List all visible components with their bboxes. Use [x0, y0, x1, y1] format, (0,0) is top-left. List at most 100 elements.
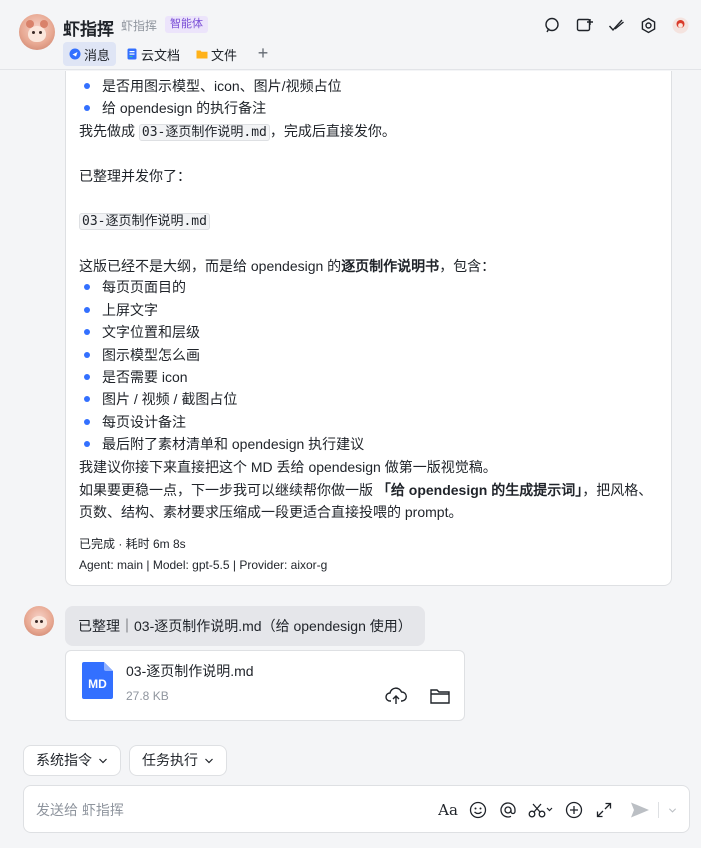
list-item-text: 上屏文字 [102, 302, 158, 318]
mention-button[interactable] [498, 798, 518, 822]
message-paragraph: 如果要更稳一点，下一步我可以继续帮你做一版 「给 opendesign 的生成提… [79, 479, 652, 501]
bot-avatar-small[interactable] [24, 606, 54, 636]
message-composer: Aa [23, 785, 690, 833]
tab-label: 消息 [84, 47, 111, 63]
list-item-text: 最后附了素材清单和 opendesign 执行建议 [102, 436, 365, 452]
chat-subtitle: 虾指挥 [121, 19, 158, 33]
chevron-down-icon [99, 758, 107, 763]
screenshot-button[interactable] [528, 798, 554, 822]
text-span: ，把风格、 [582, 482, 653, 498]
system-command-chip[interactable]: 系统指令 [23, 745, 121, 776]
message-list[interactable]: 是否用图示模型、icon、图片/视频占位 给 opendesign 的执行备注 … [0, 71, 701, 741]
tab-cloud-docs[interactable]: 云文档 [120, 42, 186, 66]
gear-icon [641, 17, 655, 33]
avatar-eye [32, 31, 35, 34]
file-size: 27.8 KB [126, 689, 169, 703]
avatar-eye [40, 620, 43, 623]
expand-editor-button[interactable] [594, 798, 614, 822]
list-item: 图示模型怎么画 [79, 344, 200, 366]
user-avatar-icon [672, 17, 688, 33]
agent-info: Agent: main | Model: gpt-5.5 | Provider:… [79, 558, 328, 572]
bullet-dot [84, 396, 90, 403]
message-paragraph: 03-逐页制作说明.md [79, 209, 210, 233]
send-divider [658, 802, 659, 818]
completion-status: 已完成 · 耗时 6m 8s [79, 537, 186, 551]
at-icon [500, 802, 516, 818]
avatar-face [28, 26, 46, 42]
tasks-button[interactable] [607, 16, 625, 34]
bot-message-bubble: 已整理｜03-逐页制作说明.md（给 opendesign 使用） [65, 606, 425, 646]
text-span: ，完成后直接发你。 [269, 123, 396, 139]
text-span: 我先做成 [79, 123, 139, 139]
add-tab-button[interactable]: + [251, 42, 275, 66]
bullet-dot [84, 374, 90, 381]
send-icon [631, 802, 649, 818]
list-item-text: 文字位置和层级 [102, 324, 200, 340]
bullet-dot [84, 352, 90, 359]
tab-label: 云文档 [141, 47, 181, 63]
tab-files[interactable]: 文件 [190, 42, 243, 66]
message-icon [69, 48, 81, 60]
list-item: 是否用图示模型、icon、图片/视频占位 [79, 75, 342, 97]
font-format-icon: Aa [438, 801, 458, 819]
save-to-cloud-button[interactable] [385, 685, 407, 707]
avatar-eye [35, 620, 38, 623]
tab-messages[interactable]: 消息 [63, 42, 117, 66]
settings-button[interactable] [639, 16, 657, 34]
bullet-dot [84, 83, 90, 90]
bullet-dot [84, 419, 90, 426]
chevron-down-icon [668, 807, 676, 813]
inline-code: 03-逐页制作说明.md [138, 124, 270, 141]
list-item: 最后附了素材清单和 opendesign 执行建议 [79, 433, 364, 455]
list-item: 是否需要 icon [79, 366, 188, 388]
avatar-eye [39, 31, 42, 34]
message-paragraph: 我建议你接下来直接把这个 MD 丢给 opendesign 做第一版视觉稿。 [79, 459, 497, 475]
emoji-icon [469, 801, 487, 819]
bullet-dot [84, 329, 90, 336]
send-button[interactable] [630, 798, 650, 822]
user-avatar[interactable] [671, 16, 689, 34]
doc-icon [127, 48, 137, 60]
bold-text: 「给 opendesign 的生成提示词」 [376, 482, 583, 498]
list-item-text: 给 opendesign 的执行备注 [102, 100, 267, 116]
text-format-button[interactable]: Aa [438, 798, 458, 822]
list-item-text: 图示模型怎么画 [102, 347, 200, 363]
list-item-text: 每页设计备注 [102, 414, 186, 430]
tab-label: 文件 [211, 47, 238, 63]
search-chat-button[interactable] [543, 16, 561, 34]
add-chat-button[interactable] [575, 16, 593, 34]
text-span: 这版已经不是大纲，而是给 opendesign 的 [79, 258, 342, 274]
chip-label: 系统指令 [36, 752, 92, 768]
text-span: 如果要更稳一点，下一步我可以继续帮你做一版 [79, 482, 377, 498]
check-double-icon [608, 19, 624, 31]
chat-header: 虾指挥 虾指挥 智能体 消息 云文档 文件 + [0, 0, 701, 70]
list-item: 给 opendesign 的执行备注 [79, 97, 266, 119]
emoji-button[interactable] [468, 798, 488, 822]
attach-more-button[interactable] [564, 798, 584, 822]
message-paragraph: 已整理并发你了： [79, 168, 191, 184]
message-paragraph: 页数、结构、素材要求压缩成一段更适合直接投喂的 prompt。 [79, 504, 463, 520]
message-input[interactable] [36, 798, 416, 822]
add-window-icon [576, 18, 593, 31]
bullet-dot [84, 284, 90, 291]
bullet-dot [84, 441, 90, 448]
plus-circle-icon [565, 801, 583, 819]
search-icon [544, 17, 559, 32]
list-item: 每页页面目的 [79, 276, 186, 298]
avatar-face [31, 616, 47, 629]
list-item: 上屏文字 [79, 299, 158, 321]
header-actions [543, 16, 689, 34]
folder-icon [196, 50, 208, 59]
bold-text: 逐页制作说明书 [341, 258, 440, 274]
open-folder-button[interactable] [429, 685, 451, 707]
list-item: 文字位置和层级 [79, 321, 200, 343]
file-card[interactable]: MD 03-逐页制作说明.md 27.8 KB [65, 650, 465, 721]
agent-badge: 智能体 [165, 16, 208, 33]
quick-actions: 系统指令 任务执行 [23, 745, 227, 776]
file-name[interactable]: 03-逐页制作说明.md [126, 661, 254, 681]
send-options-button[interactable] [667, 798, 677, 822]
chat-title[interactable]: 虾指挥 [63, 15, 114, 40]
expand-icon [596, 802, 612, 818]
task-execution-chip[interactable]: 任务执行 [129, 745, 227, 776]
bot-avatar[interactable] [19, 14, 55, 50]
